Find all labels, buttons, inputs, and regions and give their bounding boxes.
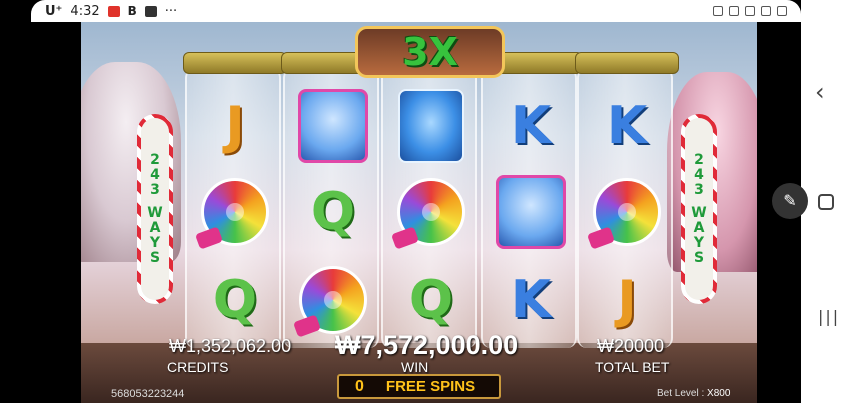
reel-lid: [575, 52, 679, 74]
multiplier-banner: 3X: [355, 26, 505, 78]
status-bar: U⁺ 4:32 B ···: [31, 0, 801, 22]
ways-char: Y: [149, 234, 161, 251]
signal-icon: [761, 6, 771, 16]
wifi-icon: [745, 6, 755, 16]
ways-pillar-left: 243 WAYS: [137, 114, 173, 304]
total-bet-value[interactable]: ₩20000: [597, 336, 664, 357]
bet-level-value: X800: [707, 388, 731, 399]
bow-icon: [586, 226, 616, 250]
game-id: 568053223244: [111, 388, 185, 400]
ways-char: 2: [694, 151, 704, 168]
alarm-icon: [713, 6, 723, 16]
total-bet-label: TOTAL BET: [595, 359, 670, 375]
ways-char: W: [691, 204, 707, 221]
symbol-q: Q: [408, 270, 454, 330]
ways-pillar-right: 243 WAYS: [681, 114, 717, 304]
symbol-lollipop: [390, 172, 471, 252]
multiplier-value: 3X: [402, 30, 458, 74]
symbol-gumball-machine: [491, 172, 571, 252]
ways-char: W: [147, 204, 163, 221]
gummy-bear-icon: [398, 89, 464, 163]
bet-level-label: Bet Level :: [657, 388, 705, 399]
symbol-lollipop: [586, 172, 667, 252]
gumball-machine-icon: [298, 89, 368, 163]
ways-char: 2: [150, 151, 160, 168]
slot-game[interactable]: 243WAYS 243WAYS JQ Q Q KK KJ 3X ₩1,352,0…: [81, 22, 757, 403]
mute-icon: [729, 6, 739, 16]
ways-char: 3: [694, 181, 704, 198]
reel-1: JQ: [183, 52, 287, 348]
bow-icon: [292, 314, 322, 338]
recent-apps-icon[interactable]: |||: [818, 307, 840, 326]
home-icon[interactable]: [818, 194, 834, 210]
symbol-gumball-machine: [293, 86, 373, 166]
symbol-lollipop: [292, 260, 373, 340]
ways-char: A: [693, 219, 705, 236]
win-value: ₩7,572,000.00: [335, 330, 519, 360]
win-label: WIN: [401, 359, 429, 375]
bet-level: Bet Level : X800: [657, 388, 730, 399]
reel-5: KJ: [575, 52, 679, 348]
reel-3: Q: [379, 52, 483, 348]
symbol-k: K: [606, 96, 648, 156]
symbol-j: J: [617, 270, 637, 330]
ways-char: 4: [694, 166, 704, 183]
bow-icon: [194, 226, 224, 250]
reel-2: Q: [281, 52, 385, 348]
carrier-label: U⁺: [45, 3, 63, 19]
ways-char: A: [149, 219, 161, 236]
symbol-k: K: [510, 270, 552, 330]
ways-char: Y: [693, 234, 705, 251]
free-spins-label: FREE SPINS: [385, 378, 476, 395]
symbol-j: J: [225, 96, 245, 156]
symbol-k: K: [510, 96, 552, 156]
more-notifications-icon: ···: [164, 3, 178, 19]
gumball-machine-icon: [496, 175, 566, 249]
free-spins-count: 0: [355, 377, 364, 395]
bow-icon: [390, 226, 420, 250]
credits-value: ₩1,352,062.00: [169, 336, 292, 356]
symbol-gummy-bear: [391, 86, 471, 166]
message-notification-icon: [144, 5, 157, 17]
symbol-q: Q: [310, 182, 356, 242]
back-icon[interactable]: ‹: [815, 78, 825, 106]
symbol-q: Q: [212, 270, 258, 330]
credits-label: CREDITS: [167, 359, 229, 375]
ways-char: S: [693, 249, 705, 266]
reel-4: KK: [479, 52, 583, 348]
battery-icon: [777, 6, 787, 16]
ways-char: 3: [150, 181, 160, 198]
reel-lid: [183, 52, 287, 74]
free-spins-counter: 0 FREE SPINS: [337, 374, 501, 399]
pencil-icon[interactable]: ✎: [772, 183, 808, 219]
ways-char: 4: [150, 166, 160, 183]
b-notification-icon: B: [127, 4, 137, 18]
ways-char: S: [149, 249, 161, 266]
youtube-notification-icon: [107, 5, 120, 17]
symbol-lollipop: [194, 172, 275, 252]
clock: 4:32: [70, 3, 100, 19]
